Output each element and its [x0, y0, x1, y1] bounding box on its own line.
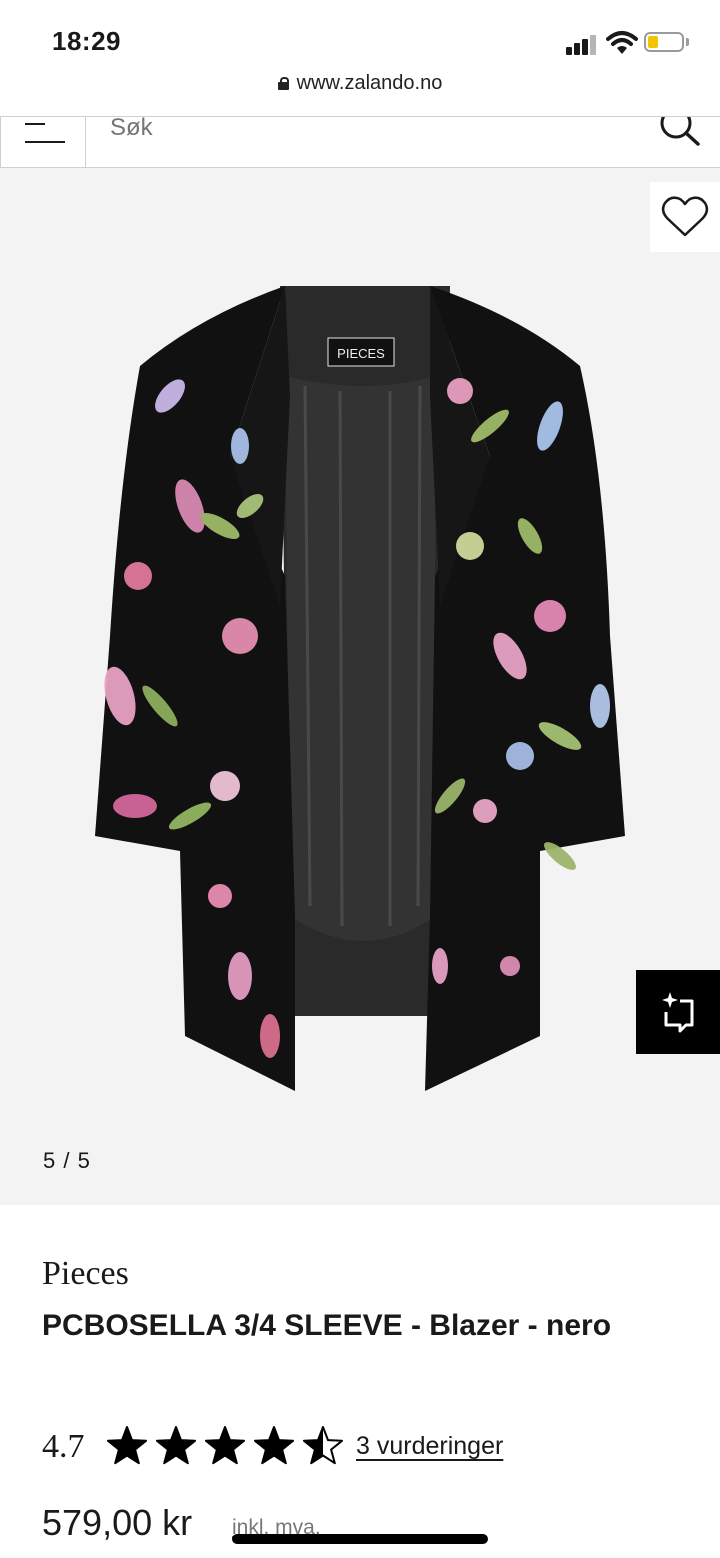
similar-items-icon — [662, 992, 694, 1033]
menu-icon — [25, 123, 45, 125]
product-image-gallery[interactable]: PIECES 5 / 5 — [0, 168, 720, 1205]
wifi-icon — [606, 31, 638, 54]
url-text: www.zalando.no — [296, 72, 443, 94]
search-icon[interactable] — [654, 117, 700, 147]
menu-icon-line — [25, 141, 65, 143]
lock-icon — [277, 77, 289, 90]
search-input[interactable] — [110, 117, 590, 139]
rating-row: 4.7 3 vurderinger — [42, 1424, 682, 1472]
star-icon — [156, 1426, 196, 1465]
wishlist-button[interactable] — [650, 182, 720, 252]
menu-button[interactable] — [0, 117, 86, 167]
find-similar-button[interactable] — [636, 970, 720, 1054]
status-bar: 18:29 — [0, 0, 720, 80]
rating-value: 4.7 — [42, 1428, 85, 1465]
rating-stars — [107, 1426, 343, 1465]
star-icon — [205, 1426, 245, 1465]
image-counter: 5 / 5 — [43, 1148, 91, 1173]
price: 579,00 kr — [42, 1502, 193, 1543]
url-bar[interactable]: www.zalando.no — [0, 72, 720, 102]
garment-label: PIECES — [337, 346, 385, 361]
star-icon — [303, 1426, 343, 1465]
product-image[interactable]: PIECES — [90, 276, 630, 1096]
home-indicator — [232, 1534, 488, 1544]
status-time: 18:29 — [52, 26, 121, 56]
heart-icon — [661, 196, 709, 237]
battery-icon — [644, 32, 684, 52]
search-bar — [0, 116, 720, 168]
brand-name[interactable]: Pieces — [42, 1255, 129, 1293]
reviews-link[interactable]: 3 vurderinger — [356, 1432, 503, 1461]
cellular-signal-icon — [566, 33, 600, 55]
battery-cap — [686, 38, 689, 46]
product-title: PCBOSELLA 3/4 SLEEVE - Blazer - nero — [42, 1309, 612, 1342]
star-icon — [107, 1426, 147, 1465]
star-icon — [254, 1426, 294, 1465]
